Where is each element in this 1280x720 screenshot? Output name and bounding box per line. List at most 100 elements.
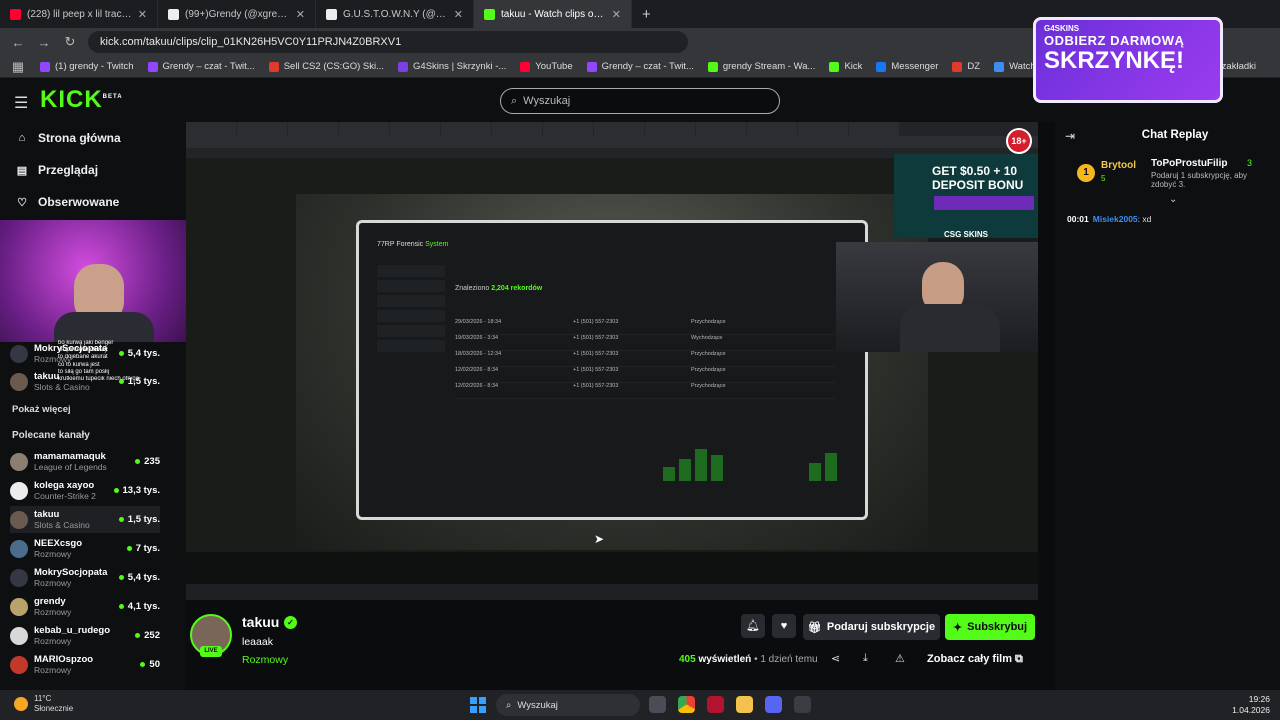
recommended-channel[interactable]: MokrySocjopata Rozmowy 5,4 tys. bbox=[10, 564, 160, 591]
expand-chevron-icon[interactable]: ⌄ bbox=[1169, 194, 1177, 205]
subscribe-button[interactable]: ✦ Subskrybuj bbox=[945, 614, 1035, 640]
bell-icon: 🔔︎ bbox=[746, 620, 760, 632]
viewer-count: 13,3 tys. bbox=[114, 485, 161, 496]
close-icon[interactable]: ✕ bbox=[612, 8, 621, 21]
discord-icon[interactable] bbox=[765, 696, 782, 713]
all-bookmarks[interactable]: zakładki bbox=[1222, 61, 1256, 72]
channel-category: League of Legends bbox=[34, 461, 107, 472]
table-row: 12/02/2026 - 8:34 +1 (501) 557-2303 Przych… bbox=[455, 367, 835, 383]
apps-icon[interactable]: ▦ bbox=[10, 59, 26, 75]
url-field[interactable]: kick.com/takuu/clips/clip_01KN26H5VC0Y11… bbox=[88, 31, 688, 53]
sidebar-item-home[interactable]: ⌂ Strona główna bbox=[0, 122, 186, 154]
bookmark[interactable]: YouTube bbox=[520, 61, 573, 72]
tiktok-icon bbox=[326, 8, 337, 20]
pinned-gift-message[interactable]: 1 Brytool 5 ToPoProstuFilip 3 Podaruj 1 … bbox=[1065, 156, 1275, 206]
menu-icon[interactable]: ☰ bbox=[14, 93, 28, 113]
close-icon[interactable]: ✕ bbox=[138, 8, 147, 21]
activity-bars bbox=[659, 449, 839, 481]
browser-tab[interactable]: (99+)Grendy (@xgrendy) | TikT ✕ bbox=[158, 0, 316, 28]
heart-icon: ♡ bbox=[17, 196, 27, 209]
channel-name[interactable]: takuu bbox=[242, 614, 279, 630]
recommended-channel-active[interactable]: takuu Slots & Casino 1,5 tys. bbox=[10, 506, 160, 533]
bookmark[interactable]: Kick bbox=[829, 61, 862, 72]
sidebar-item-label: Strona główna bbox=[38, 131, 121, 145]
bookmark[interactable]: Grendy – czat - Twit... bbox=[147, 61, 255, 72]
channel-category: Counter-Strike 2 bbox=[34, 490, 96, 501]
bookmark[interactable]: DZ bbox=[952, 61, 980, 72]
message-user[interactable]: Misiek2005 bbox=[1093, 214, 1138, 224]
recommended-channel[interactable]: MARIOspzoo Rozmowy 50 bbox=[10, 651, 160, 678]
browser-tab[interactable]: G.U.S.T.O.W.N.Y (@bohdan.vas ✕ bbox=[316, 0, 474, 28]
avatar bbox=[10, 344, 28, 363]
bookmark[interactable]: Grendy – czat - Twit... bbox=[586, 61, 694, 72]
system-clock[interactable]: 19:26 1.04.2026 bbox=[1214, 694, 1270, 716]
gift-target-count: 3 bbox=[1247, 158, 1253, 168]
bookmark-label: Kick bbox=[844, 61, 863, 72]
live-badge: LIVE bbox=[200, 646, 222, 657]
kick-logo[interactable]: KICKBETA bbox=[40, 86, 123, 114]
table-row: 12/02/2026 - 8:34 +1 (501) 557-2303 Przych… bbox=[455, 383, 835, 399]
search-input[interactable]: ⌕ Wyszukaj bbox=[500, 88, 780, 114]
tab-title: (228) lil peep x lil tracy - witchb bbox=[27, 8, 132, 20]
bookmark[interactable]: G4Skins | Skrzynki -... bbox=[398, 61, 506, 72]
avatar bbox=[10, 597, 28, 616]
clip-category[interactable]: Rozmowy bbox=[242, 654, 288, 666]
avatar bbox=[10, 626, 28, 645]
back-icon[interactable]: ← bbox=[10, 35, 26, 50]
bookmark[interactable]: (1) grendy - Twitch bbox=[40, 61, 134, 72]
reload-icon[interactable]: ↻ bbox=[62, 34, 78, 50]
taskbar-search[interactable]: ⌕ Wyszukaj bbox=[496, 694, 640, 716]
follow-button[interactable]: ♥ bbox=[772, 614, 796, 638]
show-more-link[interactable]: Pokaż więcej bbox=[12, 404, 71, 415]
download-icon[interactable]: ⤓ bbox=[863, 652, 868, 665]
recommended-channel[interactable]: mamamamaquk League of Legends 235 bbox=[10, 448, 160, 475]
steam-icon[interactable] bbox=[794, 696, 811, 713]
g4skins-ad-banner[interactable]: G4SKINS ODBIERZ DARMOWĄ SKRZYNKĘ! bbox=[1033, 17, 1223, 103]
url-text: kick.com/takuu/clips/clip_01KN26H5VC0Y11… bbox=[100, 36, 402, 48]
close-icon[interactable]: ✕ bbox=[454, 8, 463, 21]
channel-name: kebab_u_rudego bbox=[34, 624, 111, 636]
sidebar-item-browse[interactable]: ▤ Przeglądaj bbox=[0, 154, 186, 186]
tab-title: G.U.S.T.O.W.N.Y (@bohdan.vas bbox=[343, 8, 448, 20]
bookmark-label: (1) grendy - Twitch bbox=[55, 61, 134, 72]
windows-start-icon[interactable] bbox=[470, 697, 486, 713]
watch-full-video-link[interactable]: Zobacz cały film ⧉ bbox=[927, 653, 1023, 666]
report-icon[interactable]: ⚠ bbox=[895, 652, 905, 665]
row-number: +1 (501) 557-2303 bbox=[573, 319, 619, 325]
collapse-chat-icon[interactable]: ⇥ bbox=[1065, 129, 1075, 143]
app-icon[interactable] bbox=[707, 696, 724, 713]
facecam-body bbox=[900, 304, 1000, 352]
share-icon[interactable]: ⋖ bbox=[831, 652, 840, 665]
recommended-channel[interactable]: grendy Rozmowy 4,1 tys. bbox=[10, 593, 160, 620]
overlay-chat-line: kropli krutki chetoy bbox=[58, 347, 108, 354]
gift-subs-button[interactable]: 🎁︎ Podaruj subskrypcje bbox=[803, 614, 940, 640]
task-view-icon[interactable] bbox=[649, 696, 666, 713]
bookmark[interactable]: Sell CS2 (CS:GO) Ski... bbox=[268, 61, 384, 72]
close-icon[interactable]: ✕ bbox=[296, 8, 305, 21]
bookmark-label: DZ bbox=[967, 61, 981, 72]
sidebar-item-following[interactable]: ♡ Obserwowane bbox=[0, 186, 186, 218]
row-type: Przychodzące bbox=[691, 351, 726, 357]
notification-bell-button[interactable]: 🔔︎ bbox=[741, 614, 765, 638]
browser-tab[interactable]: (228) lil peep x lil tracy - witchb ✕ bbox=[0, 0, 158, 28]
recommended-channel[interactable]: kolega xayoo Counter-Strike 2 13,3 tys. bbox=[10, 477, 160, 504]
browser-tab-active[interactable]: takuu - Watch clips on Kick ✕ bbox=[474, 0, 632, 28]
clip-video-player[interactable]: 77RP Forensic System Znaleziono 2,204 re… bbox=[186, 122, 1038, 600]
new-tab-button[interactable]: + bbox=[632, 6, 661, 23]
bookmark[interactable]: grendy Stream - Wa... bbox=[707, 61, 815, 72]
overlay-chat-line: co to kurwa jest bbox=[58, 361, 100, 368]
streamer-body bbox=[54, 312, 154, 342]
forward-icon[interactable]: → bbox=[36, 35, 52, 50]
gift-icon: 🎁︎ bbox=[807, 621, 822, 634]
recommended-channel[interactable]: NEEXcsgo Rozmowy 7 tys. bbox=[10, 535, 160, 562]
weather-widget[interactable]: 11°C Słonecznie bbox=[14, 694, 73, 714]
logo-text: KICK bbox=[40, 86, 103, 113]
viewer-count: 1,5 tys. bbox=[119, 514, 160, 525]
chrome-icon[interactable] bbox=[678, 696, 695, 713]
gift-label: Podaruj subskrypcje bbox=[826, 621, 936, 633]
bookmark[interactable]: Messenger bbox=[876, 61, 938, 72]
channel-category: Slots & Casino bbox=[34, 519, 90, 530]
recommended-channel[interactable]: kebab_u_rudego Rozmowy 252 bbox=[10, 622, 160, 649]
file-explorer-icon[interactable] bbox=[736, 696, 753, 713]
forensic-tablet: 77RP Forensic System Znaleziono 2,204 re… bbox=[356, 220, 868, 520]
